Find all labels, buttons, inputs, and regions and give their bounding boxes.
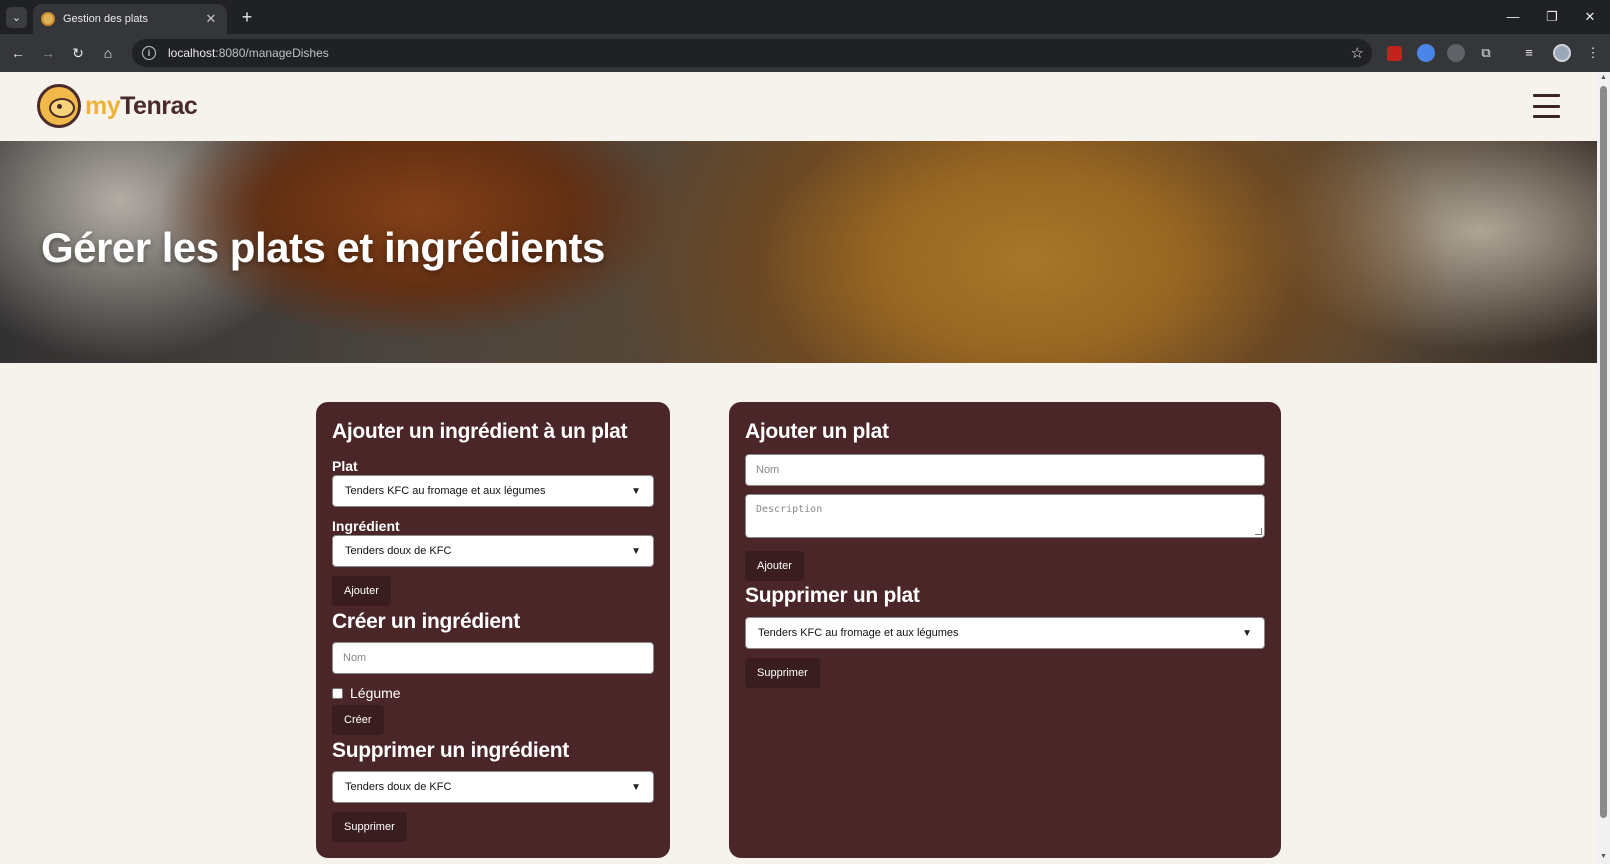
home-icon[interactable]: ⌂ [97,43,119,63]
ingredient-name-input[interactable]: Nom [332,642,654,674]
hero-banner: Gérer les plats et ingrédients [0,141,1597,363]
extensions-puzzle-icon[interactable]: ⧉ [1477,44,1495,62]
dish-label: Plat [332,458,358,474]
tab-title: Gestion des plats [63,13,148,25]
browser-menu-icon[interactable]: ⋮ [1584,44,1602,62]
chevron-down-icon: ▼ [631,545,641,557]
close-window-icon[interactable]: ✕ [1578,6,1602,28]
site-info-icon[interactable]: i [142,46,156,60]
chevron-down-icon: ▼ [1242,627,1252,639]
browser-tab[interactable]: Gestion des plats ✕ [33,4,227,34]
hamburger-menu-icon[interactable] [1533,94,1560,118]
add-ingredient-to-dish-title: Ajouter un ingrédient à un plat [332,420,628,443]
chevron-down-icon: ▼ [631,485,641,497]
delete-ingredient-title: Supprimer un ingrédient [332,739,569,762]
add-dish-title: Ajouter un plat [745,420,889,443]
profile-avatar[interactable] [1553,44,1571,62]
ingredient-panel: Ajouter un ingrédient à un plat Plat Ten… [316,402,670,858]
minimize-icon[interactable]: — [1501,6,1525,28]
browser-toolbar: ← → ↻ ⌂ i localhost:8080/manageDishes ☆ … [0,34,1610,72]
extension-blue-icon[interactable] [1417,44,1435,62]
dish-name-input[interactable]: Nom [745,454,1265,486]
chevron-down-icon: ▼ [631,781,641,793]
delete-dish-button[interactable]: Supprimer [745,658,820,688]
media-control-icon[interactable]: ≡ [1520,44,1538,62]
vegetable-label: Légume [350,685,401,701]
back-icon[interactable]: ← [7,43,29,63]
delete-dish-select[interactable]: Tenders KFC au fromage et aux légumes ▼ [745,617,1265,649]
site-header: myTenrac [0,72,1597,141]
address-bar[interactable]: i localhost:8080/manageDishes ☆ [132,39,1372,67]
url-text: localhost:8080/manageDishes [168,46,329,60]
bookmark-star-icon[interactable]: ☆ [1351,44,1364,62]
browser-tab-bar: ⌄ Gestion des plats ✕ + — ❐ ✕ [0,0,1610,34]
scroll-down-icon[interactable]: ▼ [1600,853,1607,860]
delete-dish-title: Supprimer un plat [745,584,920,607]
add-dish-button[interactable]: Ajouter [745,551,804,581]
reload-icon[interactable]: ↻ [67,43,89,63]
dish-panel: Ajouter un plat Nom Description Ajouter … [729,402,1281,858]
forward-icon[interactable]: → [37,43,59,63]
ublock-extension-icon[interactable] [1387,46,1402,61]
page-title: Gérer les plats et ingrédients [41,224,605,271]
delete-ingredient-select[interactable]: Tenders doux de KFC ▼ [332,771,654,803]
new-tab-icon[interactable]: + [236,6,258,28]
logo-text: myTenrac [85,91,198,120]
site-logo[interactable]: myTenrac [37,84,198,128]
add-ingredient-to-dish-button[interactable]: Ajouter [332,576,391,606]
logo-mascot-icon [37,84,81,128]
extension-gray-icon[interactable] [1447,44,1465,62]
favicon-icon [41,12,55,26]
ingredient-label: Ingrédient [332,518,400,534]
vegetable-checkbox-row[interactable]: Légume [332,685,401,701]
ingredient-select[interactable]: Tenders doux de KFC ▼ [332,535,654,567]
resize-grip-icon[interactable] [1255,528,1262,535]
vegetable-checkbox[interactable] [332,687,343,699]
tab-search-icon[interactable]: ⌄ [6,7,27,28]
create-ingredient-button[interactable]: Créer [332,705,384,735]
delete-ingredient-button[interactable]: Supprimer [332,812,407,842]
restore-icon[interactable]: ❐ [1540,6,1564,28]
dish-description-textarea[interactable]: Description [745,494,1265,538]
create-ingredient-title: Créer un ingrédient [332,610,520,633]
page-scrollbar[interactable]: ▲ ▼ [1597,72,1610,864]
dish-select[interactable]: Tenders KFC au fromage et aux légumes ▼ [332,475,654,507]
close-tab-icon[interactable]: ✕ [203,11,219,27]
description-placeholder: Description [756,504,823,515]
scroll-up-icon[interactable]: ▲ [1600,74,1607,81]
scrollbar-thumb[interactable] [1600,86,1607,818]
